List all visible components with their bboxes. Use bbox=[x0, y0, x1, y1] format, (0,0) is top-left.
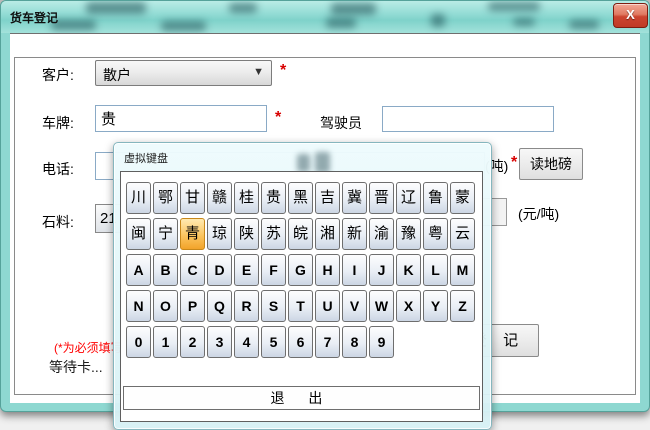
background-blur-blob bbox=[161, 21, 206, 31]
plate-label: 车牌: bbox=[42, 113, 74, 133]
background-blur-blob bbox=[488, 2, 540, 11]
background-blur-blob bbox=[326, 18, 356, 28]
keyboard-key-S[interactable]: S bbox=[261, 290, 286, 322]
keyboard-key-N[interactable]: N bbox=[126, 290, 151, 322]
background-blur-blob bbox=[229, 3, 257, 13]
keyboard-key-G[interactable]: G bbox=[288, 254, 313, 286]
keyboard-key-U[interactable]: U bbox=[315, 290, 340, 322]
keyboard-key-3[interactable]: 3 bbox=[207, 326, 232, 358]
keyboard-key-E[interactable]: E bbox=[234, 254, 259, 286]
keyboard-key-R[interactable]: R bbox=[234, 290, 259, 322]
phone-label: 电话: bbox=[42, 159, 74, 179]
keyboard-key-赣[interactable]: 赣 bbox=[207, 182, 232, 214]
keyboard-panel: 川鄂甘赣桂贵黑吉冀晋辽鲁蒙闽宁青琼陕苏皖湘新渝豫粤云 ABCDEFGHIJKLM N… bbox=[120, 171, 483, 422]
background-blur-blob bbox=[297, 154, 310, 172]
window-title: 货车登记 bbox=[10, 9, 58, 26]
keyboard-key-Y[interactable]: Y bbox=[423, 290, 448, 322]
keyboard-key-吉[interactable]: 吉 bbox=[315, 182, 340, 214]
customer-required-star: * bbox=[280, 62, 286, 80]
keyboard-key-V[interactable]: V bbox=[342, 290, 367, 322]
virtual-keyboard-window: 虚拟键盘 川鄂甘赣桂贵黑吉冀晋辽鲁蒙闽宁青琼陕苏皖湘新渝豫粤云 ABCDEFGHI… bbox=[113, 142, 492, 430]
keyboard-title: 虚拟键盘 bbox=[124, 150, 168, 166]
keyboard-key-辽[interactable]: 辽 bbox=[396, 182, 421, 214]
plate-input[interactable] bbox=[95, 105, 267, 132]
keyboard-key-W[interactable]: W bbox=[369, 290, 394, 322]
keyboard-key-黑[interactable]: 黑 bbox=[288, 182, 313, 214]
keyboard-key-I[interactable]: I bbox=[342, 254, 367, 286]
keyboard-key-9[interactable]: 9 bbox=[369, 326, 394, 358]
plate-required-star: * bbox=[275, 109, 281, 127]
keyboard-key-桂[interactable]: 桂 bbox=[234, 182, 259, 214]
customer-select-value: 散户 bbox=[103, 65, 131, 85]
background-blur-blob bbox=[569, 20, 599, 29]
keyboard-key-青[interactable]: 青 bbox=[180, 218, 205, 250]
keyboard-key-C[interactable]: C bbox=[180, 254, 205, 286]
keyboard-key-豫[interactable]: 豫 bbox=[396, 218, 421, 250]
keyboard-exit-button[interactable]: 退 出 bbox=[123, 386, 480, 410]
keyboard-key-8[interactable]: 8 bbox=[342, 326, 367, 358]
keyboard-key-鄂[interactable]: 鄂 bbox=[153, 182, 178, 214]
screen: 货车登记 X 客户: 散户 ▼ * 车牌: * 驾驶员 电话: bbox=[0, 0, 650, 430]
keyboard-key-7[interactable]: 7 bbox=[315, 326, 340, 358]
keyboard-key-L[interactable]: L bbox=[423, 254, 448, 286]
keyboard-key-X[interactable]: X bbox=[396, 290, 421, 322]
keyboard-key-冀[interactable]: 冀 bbox=[342, 182, 367, 214]
keyboard-key-Q[interactable]: Q bbox=[207, 290, 232, 322]
keyboard-key-6[interactable]: 6 bbox=[288, 326, 313, 358]
keyboard-key-琼[interactable]: 琼 bbox=[207, 218, 232, 250]
keyboard-key-蒙[interactable]: 蒙 bbox=[450, 182, 475, 214]
keyboard-key-A[interactable]: A bbox=[126, 254, 151, 286]
keyboard-key-云[interactable]: 云 bbox=[450, 218, 475, 250]
stone-label: 石料: bbox=[42, 212, 74, 232]
keyboard-key-K[interactable]: K bbox=[396, 254, 421, 286]
customer-label: 客户: bbox=[42, 65, 74, 85]
keyboard-key-川[interactable]: 川 bbox=[126, 182, 151, 214]
keyboard-key-贵[interactable]: 贵 bbox=[261, 182, 286, 214]
keyboard-key-甘[interactable]: 甘 bbox=[180, 182, 205, 214]
keyboard-key-苏[interactable]: 苏 bbox=[261, 218, 286, 250]
keyboard-key-O[interactable]: O bbox=[153, 290, 178, 322]
keyboard-key-B[interactable]: B bbox=[153, 254, 178, 286]
keyboard-key-0[interactable]: 0 bbox=[126, 326, 151, 358]
price-unit-label: (元/吨) bbox=[518, 204, 559, 224]
background-blur-blob bbox=[86, 2, 146, 14]
waiting-card-text: 等待卡... bbox=[49, 357, 103, 377]
keyboard-key-P[interactable]: P bbox=[180, 290, 205, 322]
weight-required-star: * bbox=[511, 154, 517, 172]
keyboard-key-鲁[interactable]: 鲁 bbox=[423, 182, 448, 214]
keyboard-key-粤[interactable]: 粤 bbox=[423, 218, 448, 250]
driver-input[interactable] bbox=[382, 106, 554, 132]
background-blur-blob bbox=[331, 3, 376, 15]
keyboard-keys: 川鄂甘赣桂贵黑吉冀晋辽鲁蒙闽宁青琼陕苏皖湘新渝豫粤云 ABCDEFGHIJKLM N… bbox=[121, 172, 482, 358]
keyboard-key-1[interactable]: 1 bbox=[153, 326, 178, 358]
keyboard-key-M[interactable]: M bbox=[450, 254, 475, 286]
keyboard-key-5[interactable]: 5 bbox=[261, 326, 286, 358]
keyboard-key-闽[interactable]: 闽 bbox=[126, 218, 151, 250]
keyboard-key-D[interactable]: D bbox=[207, 254, 232, 286]
keyboard-key-Z[interactable]: Z bbox=[450, 290, 475, 322]
keyboard-key-皖[interactable]: 皖 bbox=[288, 218, 313, 250]
keyboard-key-渝[interactable]: 渝 bbox=[369, 218, 394, 250]
keyboard-key-2[interactable]: 2 bbox=[180, 326, 205, 358]
keyboard-key-陕[interactable]: 陕 bbox=[234, 218, 259, 250]
keyboard-key-T[interactable]: T bbox=[288, 290, 313, 322]
keyboard-key-F[interactable]: F bbox=[261, 254, 286, 286]
read-weighbridge-button[interactable]: 读地磅 bbox=[519, 148, 583, 180]
chevron-down-icon: ▼ bbox=[253, 66, 264, 78]
keyboard-key-湘[interactable]: 湘 bbox=[315, 218, 340, 250]
keyboard-key-J[interactable]: J bbox=[369, 254, 394, 286]
background-blur-blob bbox=[513, 18, 535, 26]
keyboard-key-H[interactable]: H bbox=[315, 254, 340, 286]
titlebar[interactable]: 货车登记 X bbox=[1, 1, 649, 33]
keyboard-key-宁[interactable]: 宁 bbox=[153, 218, 178, 250]
keyboard-key-晋[interactable]: 晋 bbox=[369, 182, 394, 214]
background-blur-blob bbox=[315, 152, 330, 173]
customer-select[interactable]: 散户 ▼ bbox=[95, 60, 272, 86]
keyboard-key-新[interactable]: 新 bbox=[342, 218, 367, 250]
driver-label: 驾驶员 bbox=[320, 113, 362, 133]
background-blur-blob bbox=[431, 14, 445, 27]
close-button[interactable]: X bbox=[613, 3, 648, 28]
keyboard-key-4[interactable]: 4 bbox=[234, 326, 259, 358]
